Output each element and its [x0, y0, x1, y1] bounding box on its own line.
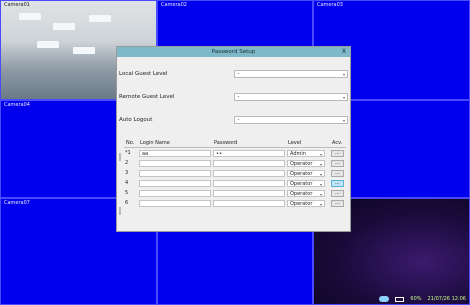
battery-icon [395, 296, 405, 302]
chevron-down-icon: ▾ [342, 118, 345, 123]
row-number: 5 [125, 190, 129, 196]
table-header: No. Login Name Password Level Acv. [124, 139, 346, 148]
cloud-icon [379, 296, 390, 302]
row-number: 2 [125, 160, 129, 166]
password-field[interactable] [213, 179, 285, 187]
dialog-titlebar: Password Setup X [117, 47, 350, 57]
level-select[interactable]: Admin ▾ [287, 149, 325, 157]
ceiling-light [37, 41, 59, 48]
col-password: Password [212, 139, 286, 148]
table-row: 4 Operator ▾ ... [124, 178, 346, 188]
password-field[interactable] [213, 189, 285, 197]
more-button[interactable]: ... [331, 149, 344, 157]
chevron-down-icon: ▾ [319, 201, 322, 207]
col-level: Level [286, 139, 330, 148]
login-name-field[interactable] [139, 179, 211, 187]
col-login-name: Login Name [138, 139, 212, 148]
more-button[interactable]: ... [331, 169, 344, 177]
close-icon[interactable]: X [342, 47, 346, 57]
auto-logout-select[interactable]: - ▾ [234, 116, 348, 124]
login-name-field[interactable] [139, 169, 211, 177]
remote-guest-level-label: Remote Guest Level [119, 94, 175, 100]
level-select[interactable]: Operator ▾ [287, 179, 325, 187]
camera-label: Camera03 [317, 2, 343, 8]
ceiling-light [53, 23, 75, 30]
password-field[interactable] [213, 169, 285, 177]
scroll-mark [119, 207, 121, 215]
auto-logout-label: Auto Logout [119, 117, 153, 123]
col-acv: Acv. [330, 139, 346, 148]
ceiling-light [73, 47, 95, 54]
chevron-down-icon: ▾ [342, 95, 345, 100]
level-select[interactable]: Operator ▾ [287, 169, 325, 177]
row-number: 3 [125, 170, 129, 176]
more-button[interactable]: ... [331, 199, 344, 207]
level-select[interactable]: Operator ▾ [287, 199, 325, 207]
row-number: 4 [125, 180, 129, 186]
dialog-title: Password Setup [211, 49, 256, 55]
camera-label: Camera04 [4, 102, 30, 108]
login-name-field[interactable] [139, 199, 211, 207]
user-table: No. Login Name Password Level Acv. *1 aa… [124, 139, 346, 208]
more-button[interactable]: ... [331, 189, 344, 197]
battery-percent: 60% [410, 296, 422, 302]
chevron-down-icon: ▾ [319, 161, 322, 167]
password-field[interactable] [213, 159, 285, 167]
remote-guest-level-select[interactable]: - ▾ [234, 93, 348, 101]
status-bar: 60% 21/07/26 12:06 [379, 293, 470, 305]
more-button[interactable]: ... [331, 159, 344, 167]
local-guest-level-row: Local Guest Level - ▾ [119, 69, 348, 79]
row-number: 6 [125, 200, 129, 206]
chevron-down-icon: ▾ [319, 151, 322, 157]
col-no: No. [124, 139, 138, 148]
remote-guest-level-row: Remote Guest Level - ▾ [119, 92, 348, 102]
chevron-down-icon: ▾ [319, 171, 322, 177]
chevron-down-icon: ▾ [319, 181, 322, 187]
ceiling-light [19, 13, 41, 20]
camera-label: Camera01 [4, 2, 30, 8]
date-time: 21/07/26 12:06 [427, 296, 466, 302]
login-name-field[interactable] [139, 189, 211, 197]
camera-label: Camera07 [4, 200, 30, 206]
more-button[interactable]: ... [331, 179, 344, 187]
table-row: 5 Operator ▾ ... [124, 188, 346, 198]
password-field[interactable]: •• [213, 149, 285, 157]
table-row: 6 Operator ▾ ... [124, 198, 346, 208]
local-guest-level-label: Local Guest Level [119, 71, 168, 77]
table-row: *1 aa •• Admin ▾ ... [124, 148, 346, 159]
local-guest-level-select[interactable]: - ▾ [234, 70, 348, 78]
level-select[interactable]: Operator ▾ [287, 189, 325, 197]
password-setup-dialog: Password Setup X Local Guest Level - ▾ R… [116, 46, 351, 232]
login-name-field[interactable]: aa [139, 149, 211, 157]
scroll-mark [119, 153, 121, 161]
password-field[interactable] [213, 199, 285, 207]
table-row: 3 Operator ▾ ... [124, 168, 346, 178]
level-select[interactable]: Operator ▾ [287, 159, 325, 167]
row-number: *1 [125, 150, 131, 156]
ceiling-light [89, 15, 111, 22]
camera-label: Camera02 [161, 2, 187, 8]
chevron-down-icon: ▾ [319, 191, 322, 197]
table-row: 2 Operator ▾ ... [124, 158, 346, 168]
chevron-down-icon: ▾ [342, 72, 345, 77]
login-name-field[interactable] [139, 159, 211, 167]
auto-logout-row: Auto Logout - ▾ [119, 115, 348, 125]
